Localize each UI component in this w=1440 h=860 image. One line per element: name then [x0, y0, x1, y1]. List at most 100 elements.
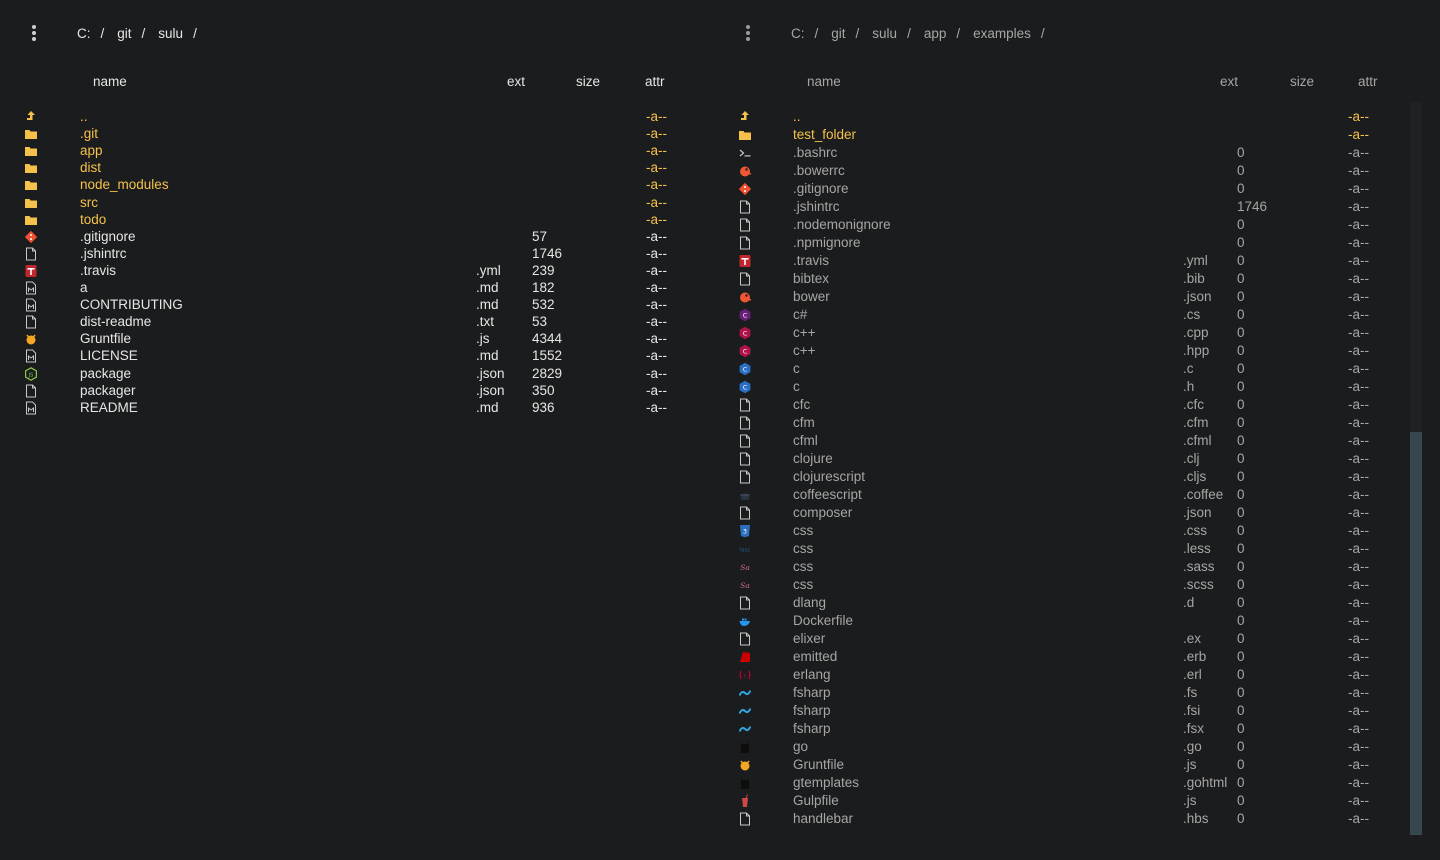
file-row[interactable]: LICENSE .md 1552 -a--	[0, 347, 715, 365]
column-header-name[interactable]: name	[93, 74, 127, 89]
file-row[interactable]: 3 css .css 0 -a--	[715, 522, 1440, 540]
file-ext: .md	[476, 297, 499, 313]
file-ext: .bib	[1183, 271, 1205, 286]
column-header-size[interactable]: size	[1290, 74, 1314, 89]
file-row[interactable]: clojure .clj 0 -a--	[715, 450, 1440, 468]
file-row[interactable]: Cc .c 0 -a--	[715, 360, 1440, 378]
file-row[interactable]: fsharp .fsx 0 -a--	[715, 720, 1440, 738]
column-header-ext[interactable]: ext	[1220, 74, 1238, 89]
file-row[interactable]: .bowerrc 0 -a--	[715, 162, 1440, 180]
file-row[interactable]: {less} css .less 0 -a--	[715, 540, 1440, 558]
file-row[interactable]: .travis .yml 239 -a--	[0, 262, 715, 280]
file-row[interactable]: cfm .cfm 0 -a--	[715, 414, 1440, 432]
file-row[interactable]: .bashrc 0 -a--	[715, 144, 1440, 162]
git-icon	[24, 230, 38, 244]
breadcrumb-item[interactable]: git	[117, 26, 131, 41]
breadcrumb-separator: /	[855, 25, 860, 41]
file-row[interactable]: README .md 936 -a--	[0, 399, 715, 417]
file-row[interactable]: Sa css .sass 0 -a--	[715, 558, 1440, 576]
breadcrumb-item[interactable]: git	[831, 26, 845, 41]
file-size: 1746	[1237, 199, 1268, 214]
file-icon	[739, 398, 751, 412]
file-attr: -a--	[1348, 451, 1369, 466]
breadcrumb-item[interactable]: C:	[791, 26, 805, 41]
file-row[interactable]: bower .json 0 -a--	[715, 288, 1440, 306]
file-row[interactable]: Gruntfile .js 4344 -a--	[0, 330, 715, 348]
breadcrumb-item[interactable]: sulu	[158, 26, 183, 41]
file-row[interactable]: .jshintrc 1746 -a--	[715, 198, 1440, 216]
file-row[interactable]: Gulpfile .js 0 -a--	[715, 792, 1440, 810]
file-row[interactable]: packager .json 350 -a--	[0, 382, 715, 400]
file-row[interactable]: .jshintrc 1746 -a--	[0, 245, 715, 263]
file-row[interactable]: elixer .ex 0 -a--	[715, 630, 1440, 648]
folder-row[interactable]: test_folder -a--	[715, 126, 1440, 144]
right-scrollbar-thumb[interactable]	[1410, 432, 1422, 835]
file-row[interactable]: Dockerfile 0 -a--	[715, 612, 1440, 630]
file-icon	[739, 812, 751, 826]
breadcrumb-item[interactable]: sulu	[872, 26, 897, 41]
file-row[interactable]: a .md 182 -a--	[0, 279, 715, 297]
file-size: 532	[532, 297, 555, 313]
folder-row[interactable]: .. -a--	[715, 108, 1440, 126]
breadcrumb-item[interactable]: app	[924, 26, 947, 41]
file-name: c++	[793, 325, 816, 340]
breadcrumb-item[interactable]: C:	[77, 26, 91, 41]
file-row[interactable]: e erlang .erl 0 -a--	[715, 666, 1440, 684]
folder-row[interactable]: .. -a--	[0, 108, 715, 126]
file-row[interactable]: gtemplates .gohtml 0 -a--	[715, 774, 1440, 792]
column-header-attr[interactable]: attr	[1358, 74, 1378, 89]
file-size: 182	[532, 280, 555, 295]
breadcrumb-separator: /	[907, 25, 911, 41]
file-row[interactable]: Gruntfile .js 0 -a--	[715, 756, 1440, 774]
file-row[interactable]: go .go 0 -a--	[715, 738, 1440, 756]
column-header-size[interactable]: size	[576, 74, 600, 89]
file-ext: .d	[1183, 595, 1195, 610]
file-row[interactable]: cfc .cfc 0 -a--	[715, 396, 1440, 414]
file-row[interactable]: composer .json 0 -a--	[715, 504, 1440, 522]
column-header-attr[interactable]: attr	[645, 74, 665, 89]
file-row[interactable]: Cc++ .cpp 0 -a--	[715, 324, 1440, 342]
file-row[interactable]: emitted .erb 0 -a--	[715, 648, 1440, 666]
folder-row[interactable]: dist -a--	[0, 159, 715, 177]
folder-row[interactable]: node_modules -a--	[0, 176, 715, 194]
file-row[interactable]: CONTRIBUTING .md 532 -a--	[0, 296, 715, 314]
file-row[interactable]: handlebar .hbs 0 -a--	[715, 810, 1440, 828]
file-row[interactable]: Sa css .scss 0 -a--	[715, 576, 1440, 594]
file-ext: .cfml	[1183, 433, 1212, 448]
folder-row[interactable]: app -a--	[0, 142, 715, 160]
folder-row[interactable]: todo -a--	[0, 211, 715, 229]
file-attr: -a--	[1348, 667, 1369, 682]
file-name: bower	[793, 289, 830, 304]
file-row[interactable]: .nodemonignore 0 -a--	[715, 216, 1440, 234]
file-row[interactable]: .gitignore 0 -a--	[715, 180, 1440, 198]
file-row[interactable]: Cc .h 0 -a--	[715, 378, 1440, 396]
file-row[interactable]: coffeescript .coffee 0 -a--	[715, 486, 1440, 504]
less-icon: {less}	[737, 542, 753, 556]
file-row[interactable]: clojurescript .cljs 0 -a--	[715, 468, 1440, 486]
file-name: package	[80, 365, 132, 381]
file-row[interactable]: Cc# .cs 0 -a--	[715, 306, 1440, 324]
folder-row[interactable]: src -a--	[0, 194, 715, 212]
column-header-name[interactable]: name	[807, 74, 841, 89]
file-row[interactable]: bibtex .bib 0 -a--	[715, 270, 1440, 288]
file-row[interactable]: .travis .yml 0 -a--	[715, 252, 1440, 270]
left-menu-icon[interactable]	[30, 24, 38, 44]
file-row[interactable]: .npmignore 0 -a--	[715, 234, 1440, 252]
file-row[interactable]: JS package .json 2829 -a--	[0, 365, 715, 383]
file-size: 0	[1237, 595, 1245, 610]
breadcrumb-item[interactable]: examples	[973, 26, 1031, 41]
file-row[interactable]: Cc++ .hpp 0 -a--	[715, 342, 1440, 360]
file-attr: -a--	[1348, 595, 1369, 610]
right-file-pane[interactable]: C: / git / sulu / app / examples / name ext size …	[715, 0, 1440, 860]
left-file-pane[interactable]: C: / git / sulu / name ext size attr .. -a-- .g…	[0, 0, 715, 860]
file-row[interactable]: dist-readme .txt 53 -a--	[0, 313, 715, 331]
file-row[interactable]: .gitignore 57 -a--	[0, 228, 715, 246]
file-row[interactable]: fsharp .fsi 0 -a--	[715, 702, 1440, 720]
file-row[interactable]: cfml .cfml 0 -a--	[715, 432, 1440, 450]
column-header-ext[interactable]: ext	[507, 74, 525, 89]
folder-row[interactable]: .git -a--	[0, 125, 715, 143]
file-name: dlang	[793, 595, 827, 610]
right-menu-icon[interactable]	[744, 24, 752, 44]
file-row[interactable]: fsharp .fs 0 -a--	[715, 684, 1440, 702]
file-row[interactable]: dlang .d 0 -a--	[715, 594, 1440, 612]
